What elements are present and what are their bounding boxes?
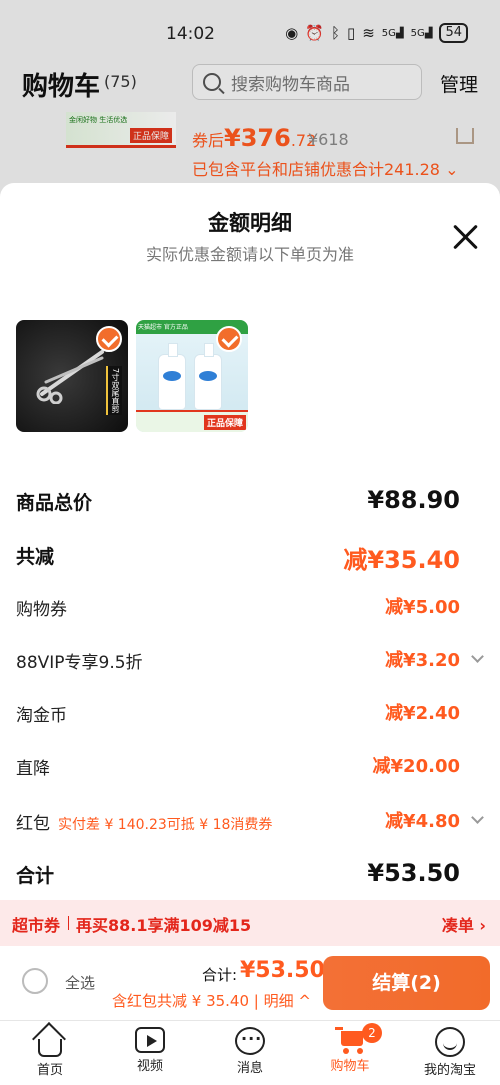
video-icon bbox=[135, 1027, 165, 1053]
row-label: 合计 bbox=[16, 865, 55, 887]
cart-page-background: 14:02 ◉ ⏰ ᛒ ▯ ≋ 5G▟ 5G▟ 54 购物车 (75) 搜索购物… bbox=[0, 0, 500, 200]
product-tag: 7寸双尾直剪 bbox=[106, 366, 122, 416]
tab-label: 消息 bbox=[236, 1061, 263, 1076]
product-thumb-scissors[interactable]: 7寸双尾直剪 bbox=[16, 320, 128, 432]
row-label: 直降 bbox=[16, 759, 50, 779]
total-value: ¥53.50 bbox=[240, 958, 325, 983]
row-value: 减¥5.00 bbox=[385, 597, 460, 618]
tab-profile[interactable]: 我的淘宝 bbox=[400, 1027, 500, 1078]
cart-icon bbox=[335, 1027, 365, 1054]
coupon-label: 超市券 bbox=[12, 916, 61, 935]
row-value: 减¥35.40 bbox=[343, 546, 460, 574]
bottom-tab-bar: 首页 视频 消息 2 购物车 我的淘宝 bbox=[0, 1020, 500, 1085]
row-direct: 直降 减¥20.00 bbox=[16, 750, 484, 782]
bottle-image bbox=[158, 343, 186, 410]
detail-toggle[interactable]: 含红包共减 ¥ 35.40 | 明细 ^ bbox=[112, 990, 311, 1011]
row-total-price: 商品总价 ¥88.90 bbox=[16, 484, 484, 516]
row-value: 减¥2.40 bbox=[385, 703, 460, 724]
amount-detail-sheet: 金额明细 实际优惠金额请以下单页为准 7寸双尾直剪 天猫超市 官方正品 正品保障 bbox=[0, 183, 500, 1085]
tab-label: 购物车 bbox=[330, 1059, 370, 1074]
row-taojinbi: 淘金币 减¥2.40 bbox=[16, 697, 484, 729]
tab-home[interactable]: 首页 bbox=[0, 1022, 100, 1078]
tab-label: 视频 bbox=[136, 1059, 163, 1074]
row-value: 减¥3.20 bbox=[385, 650, 460, 671]
row-label: 商品总价 bbox=[16, 492, 93, 514]
sheet-title: 金额明细 bbox=[208, 211, 292, 235]
sheet-subtitle: 实际优惠金额请以下单页为准 bbox=[145, 245, 354, 264]
checkout-button[interactable]: 结算(2) bbox=[323, 956, 490, 1010]
product-thumb-body-wash[interactable]: 天猫超市 官方正品 正品保障 bbox=[136, 320, 248, 432]
row-label: 红包 实付差 ¥ 140.23可抵 ¥ 18消费券 bbox=[16, 814, 273, 834]
tab-cart[interactable]: 2 购物车 bbox=[300, 1023, 400, 1074]
row-vip[interactable]: 88VIP专享9.5折 减¥3.20 bbox=[16, 644, 484, 676]
checkmark-icon[interactable] bbox=[216, 326, 242, 352]
row-value: 减¥4.80 bbox=[385, 811, 460, 832]
tab-video[interactable]: 视频 bbox=[100, 1027, 200, 1074]
home-icon bbox=[32, 1022, 66, 1057]
row-sum: 合计 ¥53.50 bbox=[16, 857, 484, 889]
dim-overlay[interactable] bbox=[0, 0, 500, 200]
chevron-down-icon[interactable] bbox=[471, 650, 484, 663]
row-label: 淘金币 bbox=[16, 706, 67, 726]
row-total-reduce: 共减 减¥35.40 bbox=[16, 538, 484, 574]
checkmark-icon[interactable] bbox=[96, 326, 122, 352]
close-button[interactable] bbox=[452, 223, 480, 251]
total-label: 合计: bbox=[202, 966, 238, 984]
chevron-down-icon[interactable] bbox=[471, 811, 484, 824]
redpacket-note: 实付差 ¥ 140.23可抵 ¥ 18消费券 bbox=[58, 817, 273, 833]
select-all-label[interactable]: 全选 bbox=[65, 972, 95, 993]
row-value: ¥53.50 bbox=[367, 859, 460, 887]
product-badge: 正品保障 bbox=[203, 415, 246, 430]
bottle-image-2 bbox=[194, 343, 222, 410]
profile-icon bbox=[435, 1027, 465, 1057]
row-value: ¥88.90 bbox=[367, 486, 460, 514]
checkout-bar: 全选 合计: ¥53.50 含红包共减 ¥ 35.40 | 明细 ^ 结算(2) bbox=[0, 946, 500, 1020]
cart-badge: 2 bbox=[362, 1023, 382, 1043]
product-footer: 正品保障 bbox=[136, 410, 248, 432]
supermarket-coupon-bar[interactable]: 超市券 再买88.1享满109减15 凑单 › bbox=[0, 900, 500, 946]
tab-label: 首页 bbox=[36, 1063, 63, 1078]
divider bbox=[68, 916, 69, 930]
product-thumbnails: 7寸双尾直剪 天猫超市 官方正品 正品保障 bbox=[16, 320, 248, 432]
add-items-link[interactable]: 凑单 › bbox=[442, 912, 486, 936]
tab-messages[interactable]: 消息 bbox=[200, 1027, 300, 1076]
message-icon bbox=[235, 1027, 265, 1055]
tab-label: 我的淘宝 bbox=[423, 1063, 476, 1078]
select-all-radio[interactable] bbox=[22, 968, 48, 994]
row-label: 购物券 bbox=[16, 600, 67, 620]
scissors-image bbox=[36, 350, 104, 404]
row-redpacket: 红包 实付差 ¥ 140.23可抵 ¥ 18消费券 减¥4.80 bbox=[16, 805, 484, 837]
row-label: 88VIP专享9.5折 bbox=[16, 653, 143, 673]
coupon-text: 再买88.1享满109减15 bbox=[76, 916, 252, 935]
row-value: 减¥20.00 bbox=[372, 756, 460, 777]
row-coupon: 购物券 减¥5.00 bbox=[16, 591, 484, 623]
row-label: 共减 bbox=[16, 546, 55, 568]
